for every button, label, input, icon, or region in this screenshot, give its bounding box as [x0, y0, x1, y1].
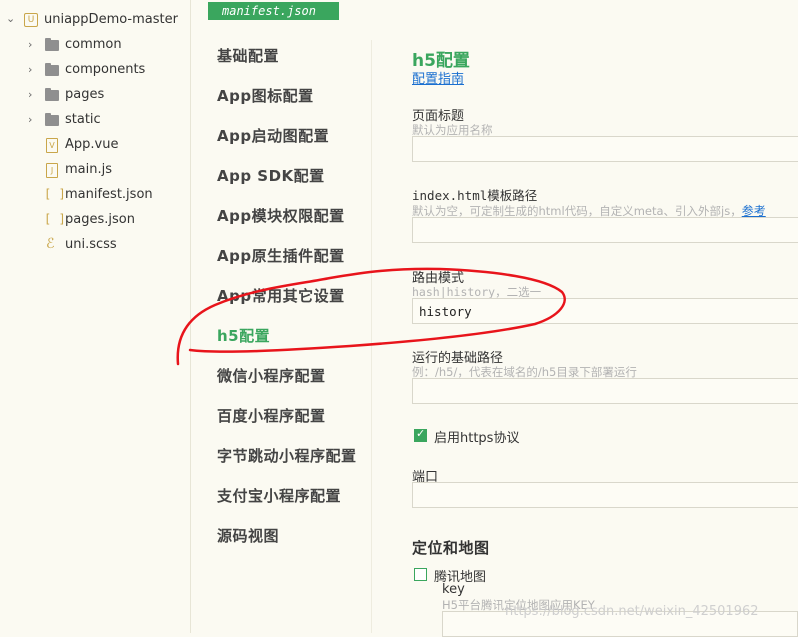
- tree-item-label: App.vue: [65, 137, 119, 152]
- config-guide-link[interactable]: 配置指南: [412, 68, 464, 87]
- nav-item-app-permissions[interactable]: App模块权限配置: [217, 205, 345, 227]
- settings-nav: 基础配置 App图标配置 App启动图配置 App SDK配置 App模块权限配…: [193, 40, 372, 633]
- project-icon: U: [24, 13, 38, 27]
- tree-item-label: pages.json: [65, 212, 135, 227]
- template-path-hint-text: 默认为空，可定制生成的html代码，自定义meta、引入外部js，: [412, 204, 742, 218]
- nav-item-app-sdk[interactable]: App SDK配置: [217, 165, 325, 187]
- tree-item-components[interactable]: › components: [0, 57, 190, 82]
- template-path-reference-link[interactable]: 参考: [742, 204, 766, 218]
- tree-item-uni-scss[interactable]: ℰ uni.scss: [0, 232, 190, 257]
- location-map-title: 定位和地图: [412, 539, 490, 557]
- scss-file-icon: ℰ: [46, 236, 55, 252]
- project-name: uniappDemo-master: [44, 12, 178, 27]
- chevron-down-icon[interactable]: ⌄: [6, 13, 16, 24]
- nav-item-app-splash[interactable]: App启动图配置: [217, 125, 329, 147]
- nav-item-app-other-settings[interactable]: App常用其它设置: [217, 285, 345, 307]
- tree-item-label: pages: [65, 87, 105, 102]
- nav-item-alipay-mp[interactable]: 支付宝小程序配置: [217, 485, 341, 507]
- tree-item-manifest-json[interactable]: [ ] manifest.json: [0, 182, 190, 207]
- https-label: 启用https协议: [434, 431, 520, 446]
- vue-file-icon: V: [46, 138, 58, 153]
- tree-item-common[interactable]: › common: [0, 32, 190, 57]
- tree-item-main-js[interactable]: J main.js: [0, 157, 190, 182]
- nav-item-app-icon[interactable]: App图标配置: [217, 85, 314, 107]
- project-explorer: ⌄ U uniappDemo-master › common › compone…: [0, 0, 191, 633]
- chevron-right-icon[interactable]: ›: [28, 114, 38, 125]
- tree-item-label: uni.scss: [65, 237, 117, 252]
- key-label: key: [442, 582, 465, 597]
- chevron-right-icon[interactable]: ›: [28, 39, 38, 50]
- nav-item-baidu-mp[interactable]: 百度小程序配置: [217, 405, 326, 427]
- folder-icon: [45, 113, 59, 126]
- tree-item-label: components: [65, 62, 146, 77]
- js-file-icon: J: [46, 163, 58, 178]
- tencent-map-checkbox[interactable]: [414, 568, 427, 581]
- tree-item-pages-json[interactable]: [ ] pages.json: [0, 207, 190, 232]
- tree-item-app-vue[interactable]: V App.vue: [0, 132, 190, 157]
- folder-icon: [45, 88, 59, 101]
- tree-item-static[interactable]: › static: [0, 107, 190, 132]
- folder-icon: [45, 38, 59, 51]
- tree-item-label: common: [65, 37, 122, 52]
- tab-manifest-json[interactable]: manifest.json: [208, 2, 339, 20]
- watermark: https://blog.csdn.net/weixin_42501962: [505, 604, 759, 619]
- nav-item-basic[interactable]: 基础配置: [217, 45, 279, 67]
- chevron-right-icon[interactable]: ›: [28, 64, 38, 75]
- nav-item-weixin-mp[interactable]: 微信小程序配置: [217, 365, 326, 387]
- nav-item-source-view[interactable]: 源码视图: [217, 525, 279, 547]
- json-file-icon: [ ]: [44, 187, 66, 201]
- tree-root[interactable]: ⌄ U uniappDemo-master: [0, 7, 190, 32]
- tree-item-pages[interactable]: › pages: [0, 82, 190, 107]
- h5-settings-panel: h5配置 配置指南 页面标题 默认为应用名称 index.html模板路径 默认…: [412, 0, 798, 637]
- page-title-input[interactable]: [412, 136, 798, 162]
- nav-item-h5[interactable]: h5配置: [217, 325, 270, 347]
- tree-item-label: static: [65, 112, 101, 127]
- json-file-icon: [ ]: [44, 212, 66, 226]
- tree-item-label: manifest.json: [65, 187, 153, 202]
- folder-icon: [45, 63, 59, 76]
- tree-item-label: main.js: [65, 162, 112, 177]
- template-path-input[interactable]: [412, 217, 798, 243]
- https-checkbox[interactable]: ✓: [414, 427, 427, 442]
- router-mode-input[interactable]: [412, 298, 798, 324]
- base-path-input[interactable]: [412, 378, 798, 404]
- chevron-right-icon[interactable]: ›: [28, 89, 38, 100]
- nav-item-toutiao-mp[interactable]: 字节跳动小程序配置: [217, 445, 357, 467]
- nav-item-app-native-plugins[interactable]: App原生插件配置: [217, 245, 345, 267]
- check-icon: ✓: [416, 427, 426, 440]
- port-input[interactable]: [412, 482, 798, 508]
